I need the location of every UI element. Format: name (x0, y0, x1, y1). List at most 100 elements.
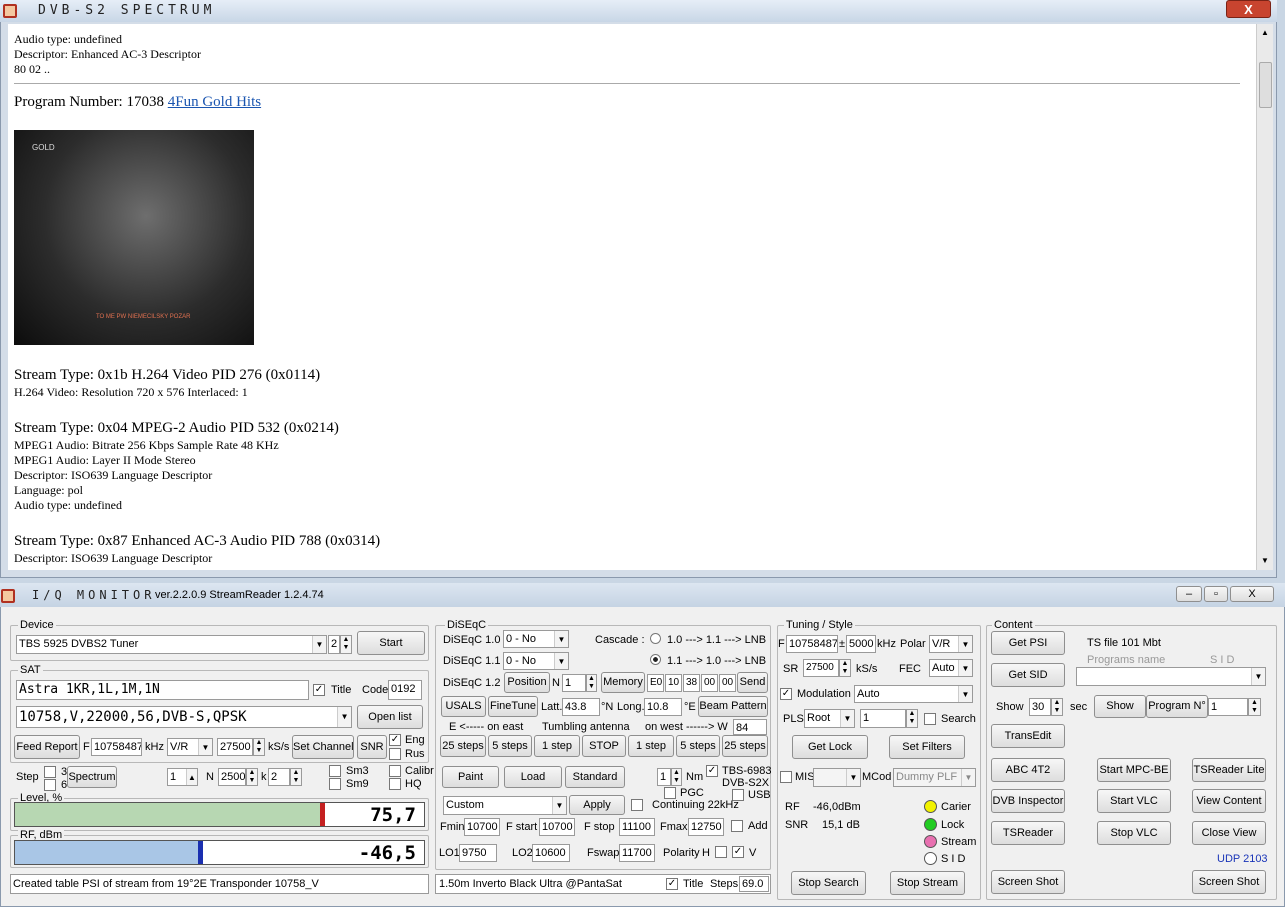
west-5-steps-button[interactable]: 5 steps (676, 735, 720, 757)
paint-button[interactable]: Paint (442, 766, 499, 788)
show-seconds-field[interactable]: 30 (1029, 698, 1051, 716)
program-button[interactable]: Program N° (1146, 695, 1208, 718)
tuning-frequency-field[interactable]: 10758487 (786, 635, 838, 653)
spinner-icon[interactable]: ▲ ▼ (839, 659, 851, 677)
step-3-checkbox[interactable] (44, 766, 56, 778)
close-button[interactable]: X (1230, 586, 1274, 602)
diseqc-byte[interactable]: 10 (665, 674, 682, 692)
longitude-field[interactable]: 10.8 (644, 698, 682, 716)
maximize-button[interactable]: ▫ (1204, 586, 1228, 602)
apply-button[interactable]: Apply (569, 795, 625, 815)
set-filters-button[interactable]: Set Filters (889, 735, 965, 759)
tuner-select[interactable]: TBS 5925 DVBS2 Tuner ▼ (16, 635, 327, 654)
custom-select[interactable]: Custom ▼ (443, 796, 567, 815)
diseqc-byte[interactable]: 00 (719, 674, 736, 692)
minimize-button[interactable]: – (1176, 586, 1202, 602)
start-button[interactable]: Start (357, 631, 425, 655)
cascade-radio-1[interactable] (650, 633, 661, 644)
tuning-sr-field[interactable]: 27500 (803, 659, 839, 677)
sm3-checkbox[interactable] (329, 765, 341, 777)
set-channel-button[interactable]: Set Channel (292, 735, 354, 759)
step-6-checkbox[interactable] (44, 779, 56, 791)
frequency-field[interactable]: 10758487 (91, 738, 142, 756)
diseqc-byte[interactable]: E0 (647, 674, 664, 692)
abc-4t2-button[interactable]: ABC 4T2 (991, 758, 1065, 782)
get-lock-button[interactable]: Get Lock (792, 735, 868, 759)
diseqc-10-select[interactable]: 0 - No ▼ (503, 630, 569, 648)
close-view-button[interactable]: Close View (1192, 821, 1266, 845)
bandwidth-field[interactable]: 5000 (846, 635, 876, 653)
finetune-button[interactable]: FineTune (488, 696, 538, 717)
east-1-step-button[interactable]: 1 step (534, 735, 580, 757)
hq-checkbox[interactable] (389, 778, 401, 790)
sm9-checkbox[interactable] (329, 778, 341, 790)
lo2-field[interactable]: 10600 (532, 844, 570, 862)
tuning-polar-select[interactable]: V/R ▼ (929, 635, 973, 653)
fswap-field[interactable]: 11700 (619, 844, 655, 862)
scroll-thumb[interactable] (1259, 62, 1272, 108)
pls-select[interactable]: Root ▼ (804, 709, 855, 728)
dvb-inspector-button[interactable]: DVB Inspector (991, 789, 1065, 813)
tsreader-lite-button[interactable]: TSReader Lite (1192, 758, 1266, 782)
west-field[interactable]: 84 (733, 719, 767, 735)
lo1-field[interactable]: 9750 (459, 844, 497, 862)
spinner-icon[interactable]: ▲ ▼ (586, 674, 597, 692)
scroll-up-icon[interactable]: ▲ (1261, 28, 1269, 37)
n-field[interactable]: 2500 (218, 768, 246, 786)
continuing-22khz-checkbox[interactable] (631, 799, 643, 811)
nm-field[interactable]: 1 (657, 768, 671, 786)
program-link[interactable]: 4Fun Gold Hits (168, 94, 261, 110)
west-1-step-button[interactable]: 1 step (628, 735, 674, 757)
stop-search-button[interactable]: Stop Search (791, 871, 866, 895)
load-button[interactable]: Load (504, 766, 562, 788)
open-list-button[interactable]: Open list (357, 705, 423, 729)
mis-select[interactable]: ▼ (813, 768, 861, 787)
transponder-select[interactable]: 10758,V,22000,56,DVB-S,QPSK ▼ (16, 706, 352, 728)
beam-pattern-button[interactable]: Beam Pattern (698, 696, 768, 717)
program-number-field[interactable]: 1 (1208, 698, 1248, 716)
fstop-field[interactable]: 11100 (619, 818, 655, 836)
tsreader-button[interactable]: TSReader (991, 821, 1065, 845)
step-select[interactable]: 1 ▲ (167, 768, 198, 786)
spinner-icon[interactable]: ▲ ▼ (340, 635, 352, 654)
steps-field[interactable]: 69.0 (739, 876, 769, 892)
start-vlc-button[interactable]: Start VLC (1097, 789, 1171, 813)
east-5-steps-button[interactable]: 5 steps (488, 735, 532, 757)
plf-select[interactable]: Dummy PLF ▼ (893, 768, 976, 787)
position-button[interactable]: Position (504, 672, 550, 693)
stop-stream-button[interactable]: Stop Stream (890, 871, 965, 895)
spinner-icon[interactable]: ▲ ▼ (253, 738, 265, 756)
modulation-checkbox[interactable]: ✓ (780, 688, 792, 700)
fmax-field[interactable]: 12750 (688, 818, 724, 836)
east-25-steps-button[interactable]: 25 steps (440, 735, 486, 757)
standard-button[interactable]: Standard (565, 766, 625, 788)
spectrum-button[interactable]: Spectrum (67, 766, 117, 788)
code-field[interactable]: 0192 (388, 680, 422, 700)
pgc-checkbox[interactable] (664, 787, 676, 799)
spinner-icon[interactable]: ▲ ▼ (246, 768, 258, 786)
title-checkbox[interactable]: ✓ (313, 684, 325, 696)
transedit-button[interactable]: TransEdit (991, 724, 1065, 748)
spinner-icon[interactable]: ▲ ▼ (290, 768, 302, 786)
memory-button[interactable]: Memory (601, 672, 645, 693)
fmin-field[interactable]: 10700 (464, 818, 500, 836)
close-button[interactable]: X (1226, 0, 1271, 18)
spinner-icon[interactable]: ▲ ▼ (1051, 698, 1063, 716)
calibr-checkbox[interactable] (389, 765, 401, 777)
get-sid-button[interactable]: Get SID (991, 663, 1065, 687)
symbol-rate-field[interactable]: 27500 (217, 738, 253, 756)
snr-button[interactable]: SNR (357, 735, 387, 759)
add-checkbox[interactable] (731, 820, 743, 832)
fstart-field[interactable]: 10700 (539, 818, 575, 836)
stop-vlc-button[interactable]: Stop VLC (1097, 821, 1171, 845)
spinner-icon[interactable]: ▲ ▼ (671, 768, 682, 786)
latitude-field[interactable]: 43.8 (562, 698, 600, 716)
satellite-name-field[interactable]: Astra 1KR,1L,1M,1N (16, 680, 309, 700)
diseqc-byte[interactable]: 00 (701, 674, 718, 692)
tuner-number[interactable]: 2 (328, 635, 340, 654)
screen-shot-button-right[interactable]: Screen Shot (1192, 870, 1266, 894)
pls-number[interactable]: 1 (860, 709, 906, 728)
antenna-title-checkbox[interactable]: ✓ (666, 878, 678, 890)
usals-button[interactable]: USALS (441, 696, 486, 717)
v-checkbox[interactable]: ✓ (732, 846, 744, 858)
